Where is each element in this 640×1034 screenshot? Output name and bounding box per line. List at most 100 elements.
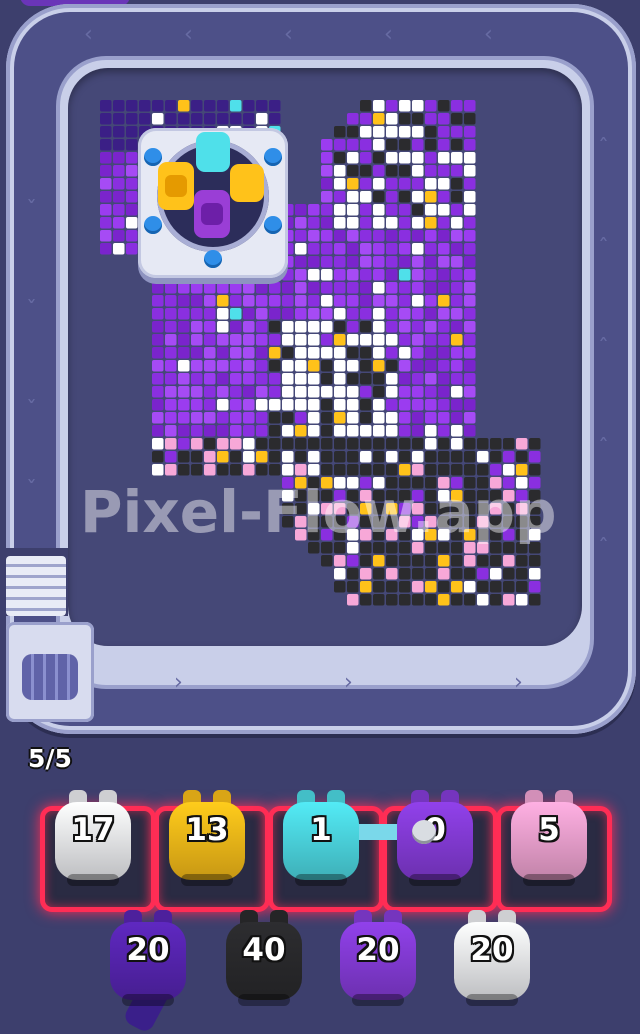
pixel [126, 243, 138, 255]
pixel [386, 451, 398, 463]
pixel [412, 360, 424, 372]
critter-feet [181, 874, 233, 886]
pixel [399, 581, 411, 593]
pixel [399, 139, 411, 151]
pixel [191, 464, 203, 476]
slot-critter-yellow[interactable]: 13 [169, 790, 245, 886]
pixel [295, 282, 307, 294]
pixel [412, 568, 424, 580]
pixel [256, 451, 268, 463]
pixel [152, 100, 164, 112]
pixel [451, 113, 463, 125]
pixel [464, 217, 476, 229]
pixel [217, 425, 229, 437]
pixel [113, 217, 125, 229]
pixel [295, 243, 307, 255]
track-arrow-icon: ‹ [84, 22, 93, 47]
pixel [425, 594, 437, 606]
pixel [295, 308, 307, 320]
pixel [360, 373, 372, 385]
pixel [360, 438, 372, 450]
block-feeder[interactable] [138, 128, 288, 278]
pixel [152, 282, 164, 294]
pixel [165, 321, 177, 333]
pixel [373, 321, 385, 333]
pixel [373, 347, 385, 359]
queue-critter-white[interactable]: 20 [454, 910, 530, 1006]
pixel [399, 126, 411, 138]
pixel [438, 347, 450, 359]
pixel [308, 399, 320, 411]
track-arrow-icon: ‹ [184, 22, 193, 47]
pixel [178, 321, 190, 333]
pixel [178, 412, 190, 424]
pixel [308, 321, 320, 333]
slot-critter-cyan[interactable]: 1 [283, 790, 359, 886]
pixel [347, 334, 359, 346]
pixel [438, 438, 450, 450]
pixel [464, 373, 476, 385]
critter-feet [238, 994, 290, 1006]
pixel [438, 126, 450, 138]
pixel [230, 321, 242, 333]
pixel [321, 464, 333, 476]
pixel [243, 451, 255, 463]
pixel [243, 386, 255, 398]
pixel [464, 113, 476, 125]
track-arrow-icon: ‹ [484, 22, 493, 47]
pixel [230, 295, 242, 307]
pixel [217, 295, 229, 307]
pixel [282, 282, 294, 294]
pixel [386, 295, 398, 307]
critter-feet [295, 874, 347, 886]
pixel [178, 438, 190, 450]
pixel [373, 282, 385, 294]
pixel [334, 568, 346, 580]
pixel [399, 243, 411, 255]
pixel [295, 464, 307, 476]
slot-critter-white[interactable]: 17 [55, 790, 131, 886]
pixel [373, 204, 385, 216]
queue-critter-purple[interactable]: 20 [340, 910, 416, 1006]
pixel [347, 360, 359, 372]
pixel [464, 230, 476, 242]
pixel [334, 451, 346, 463]
queue-critter-black[interactable]: 40 [226, 910, 302, 1006]
pixel [295, 321, 307, 333]
pixel [178, 360, 190, 372]
spool-icon [22, 654, 78, 700]
pixel [191, 100, 203, 112]
pixel [386, 139, 398, 151]
pixel [334, 321, 346, 333]
critter-feet [122, 994, 174, 1006]
pixel [113, 178, 125, 190]
pixel [360, 399, 372, 411]
critter-feet [466, 994, 518, 1006]
pixel [165, 295, 177, 307]
pixel [217, 399, 229, 411]
pixel [295, 295, 307, 307]
pixel [308, 412, 320, 424]
pixel [451, 204, 463, 216]
pixel [100, 126, 112, 138]
pixel [399, 152, 411, 164]
pixel [282, 412, 294, 424]
track-arrow-icon: ˆ [598, 136, 609, 161]
pixel [399, 425, 411, 437]
pixel [152, 425, 164, 437]
slot-critter-pink[interactable]: 5 [511, 790, 587, 886]
pixel [347, 256, 359, 268]
pixel [139, 100, 151, 112]
pixel [412, 373, 424, 385]
pixel [425, 373, 437, 385]
pixel [204, 360, 216, 372]
pixel [217, 360, 229, 372]
pixel [412, 334, 424, 346]
pixel [347, 295, 359, 307]
slot-critter-purple[interactable]: 0 [397, 790, 473, 886]
pixel [438, 256, 450, 268]
pixel [451, 373, 463, 385]
track-arrow-icon: ˆ [598, 536, 609, 561]
queue-critter-dark_purple[interactable]: 20 [110, 910, 186, 1006]
pixel [165, 451, 177, 463]
